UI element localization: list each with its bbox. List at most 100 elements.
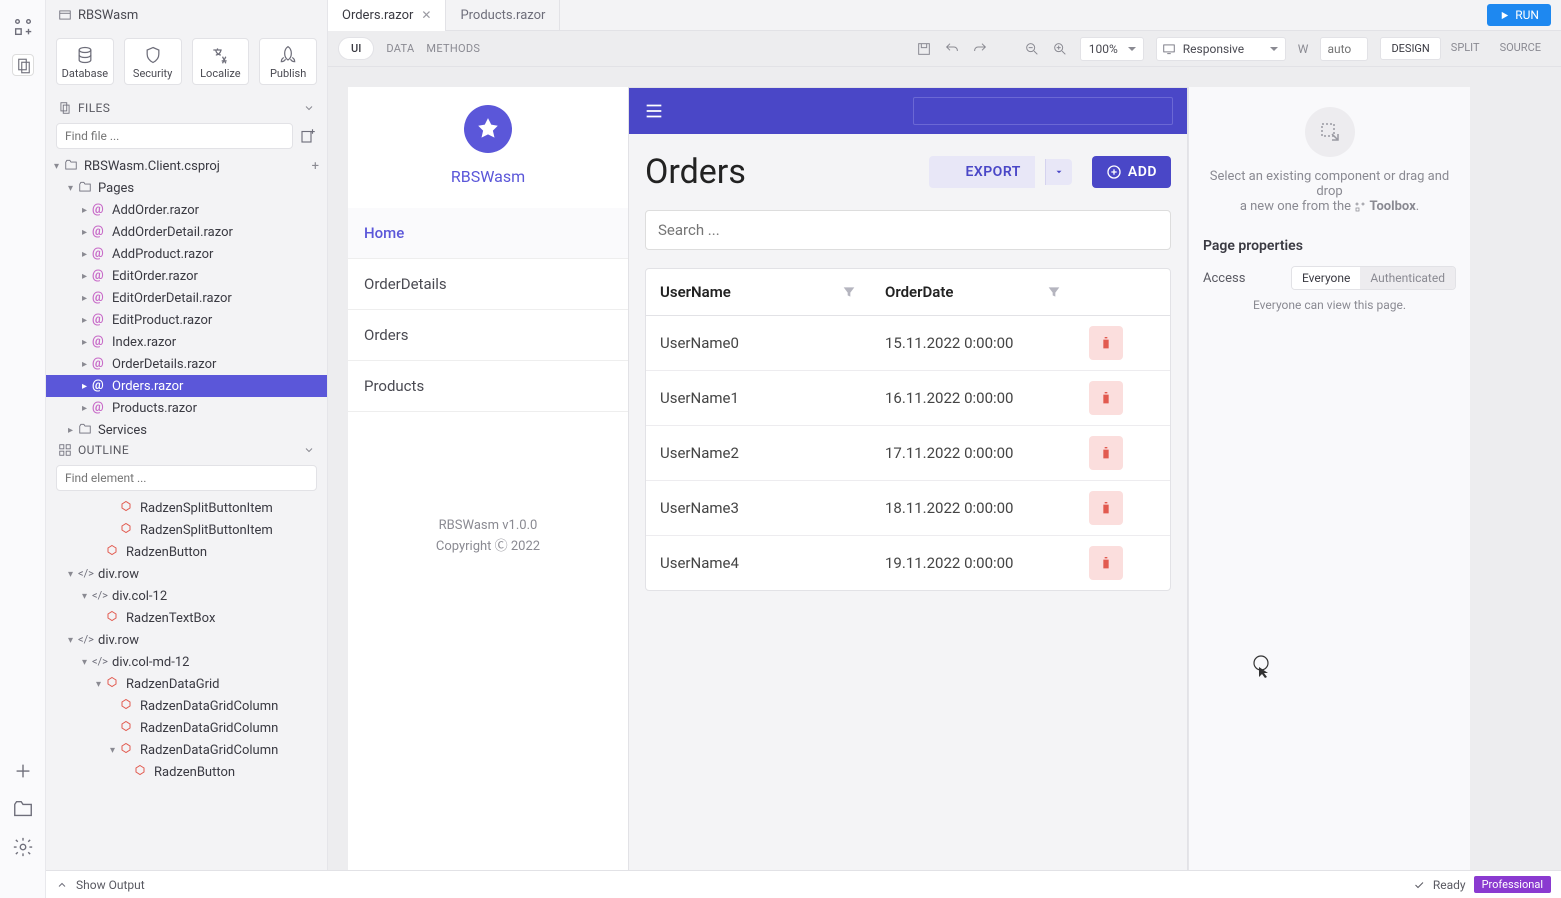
database-button[interactable]: Database xyxy=(56,38,114,85)
show-output-link[interactable]: Show Output xyxy=(76,878,145,892)
save-icon[interactable] xyxy=(916,41,932,57)
chevron-up-icon[interactable] xyxy=(56,879,68,891)
file-Services[interactable]: ▸Services xyxy=(46,419,327,435)
find-element-input[interactable] xyxy=(56,465,317,491)
appbar-search-slot[interactable] xyxy=(913,97,1173,125)
zoom-out-icon[interactable] xyxy=(1024,41,1040,57)
outline-RadzenTextBox[interactable]: RadzenTextBox xyxy=(46,607,327,629)
localize-button[interactable]: Localize xyxy=(192,38,250,85)
nav-orders[interactable]: Orders xyxy=(348,310,628,361)
delete-button[interactable] xyxy=(1089,381,1123,415)
close-icon[interactable]: ✕ xyxy=(421,8,431,22)
seg-methods[interactable]: METHODS xyxy=(426,42,480,55)
seg-ui[interactable]: UI xyxy=(339,38,373,59)
find-file-input[interactable] xyxy=(56,123,293,149)
file-EditOrder.razor[interactable]: ▸@EditOrder.razor xyxy=(46,265,327,287)
grid-header: UserName OrderDate xyxy=(646,269,1170,316)
file-Index.razor[interactable]: ▸@Index.razor xyxy=(46,331,327,353)
table-row[interactable]: UserName116.11.2022 0:00:00 xyxy=(646,371,1170,426)
tab-Orders-razor[interactable]: Orders.razor✕ xyxy=(328,0,446,31)
nav-home[interactable]: Home xyxy=(348,208,628,259)
outline-RadzenSplitButtonItem[interactable]: RadzenSplitButtonItem xyxy=(46,497,327,519)
files-section-header[interactable]: FILES xyxy=(46,93,327,123)
zoom-in-icon[interactable] xyxy=(1052,41,1068,57)
file-Pages[interactable]: ▾Pages xyxy=(46,177,327,199)
filter-icon[interactable] xyxy=(841,284,857,300)
add-button[interactable]: ADD xyxy=(1092,156,1171,188)
new-file-icon[interactable] xyxy=(299,127,317,145)
outline-RadzenSplitButtonItem[interactable]: RadzenSplitButtonItem xyxy=(46,519,327,541)
security-button[interactable]: Security xyxy=(124,38,182,85)
outline-RadzenButton[interactable]: RadzenButton xyxy=(46,761,327,783)
access-authenticated[interactable]: Authenticated xyxy=(1360,267,1455,289)
menu-icon[interactable] xyxy=(643,100,665,122)
delete-button[interactable] xyxy=(1089,436,1123,470)
data-grid: UserName OrderDate UserName015.11.2022 0… xyxy=(645,268,1171,591)
run-button[interactable]: RUN xyxy=(1487,4,1551,26)
file-OrderDetails.razor[interactable]: ▸@OrderDetails.razor xyxy=(46,353,327,375)
outline-section-header[interactable]: OUTLINE xyxy=(46,435,327,465)
tabs-row: Orders.razor✕Products.razor RUN xyxy=(328,0,1561,31)
app-footer: RBSWasm v1.0.0 Copyright Ⓒ 2022 xyxy=(436,516,540,878)
settings-icon[interactable] xyxy=(12,836,34,858)
outline-RadzenDataGridColumn[interactable]: ▾RadzenDataGridColumn xyxy=(46,739,327,761)
open-folder-icon[interactable] xyxy=(12,798,34,820)
file-EditProduct.razor[interactable]: ▸@EditProduct.razor xyxy=(46,309,327,331)
access-everyone[interactable]: Everyone xyxy=(1292,267,1360,289)
file-Orders.razor[interactable]: ▸@Orders.razor xyxy=(46,375,327,397)
side-toolbar: Database Security Localize Publish xyxy=(46,30,327,93)
table-row[interactable]: UserName015.11.2022 0:00:00 xyxy=(646,316,1170,371)
preview-wrap: RBSWasm Home OrderDetails Orders Product… xyxy=(348,87,1188,878)
outline-tree: RadzenSplitButtonItemRadzenSplitButtonIt… xyxy=(46,497,327,898)
file-RBSWasm.Client.csproj[interactable]: ▾RBSWasm.Client.csproj+ xyxy=(46,155,327,177)
outline-div.col-12[interactable]: ▾</>div.col-12 xyxy=(46,585,327,607)
export-dropdown[interactable] xyxy=(1045,159,1072,185)
app-sidebar: RBSWasm Home OrderDetails Orders Product… xyxy=(348,87,628,878)
mode-source[interactable]: SOURCE xyxy=(1490,37,1551,60)
add-icon[interactable]: + xyxy=(312,159,319,174)
outline-RadzenDataGrid[interactable]: ▾RadzenDataGrid xyxy=(46,673,327,695)
delete-button[interactable] xyxy=(1089,326,1123,360)
grid-search-input[interactable] xyxy=(645,210,1171,250)
designer-toolbar: UI DATA METHODS 100% Responsive W DESIGN… xyxy=(328,31,1561,67)
file-Products.razor[interactable]: ▸@Products.razor xyxy=(46,397,327,419)
outline-div.col-md-12[interactable]: ▾</>div.col-md-12 xyxy=(46,651,327,673)
designer-segment: UI xyxy=(338,37,374,60)
redo-icon[interactable] xyxy=(972,41,988,57)
publish-button[interactable]: Publish xyxy=(259,38,317,85)
app-brand: RBSWasm xyxy=(451,167,525,186)
mode-design[interactable]: DESIGN xyxy=(1380,37,1440,60)
properties-panel: Select an existing component or drag and… xyxy=(1188,87,1470,878)
file-AddOrder.razor[interactable]: ▸@AddOrder.razor xyxy=(46,199,327,221)
undo-icon[interactable] xyxy=(944,41,960,57)
nav-orderdetails[interactable]: OrderDetails xyxy=(348,259,628,310)
components-icon[interactable] xyxy=(12,16,34,38)
nav-products[interactable]: Products xyxy=(348,361,628,412)
table-row[interactable]: UserName419.11.2022 0:00:00 xyxy=(646,536,1170,590)
mode-split[interactable]: SPLIT xyxy=(1441,37,1490,60)
outline-div.row[interactable]: ▾</>div.row xyxy=(46,629,327,651)
file-AddProduct.razor[interactable]: ▸@AddProduct.razor xyxy=(46,243,327,265)
delete-button[interactable] xyxy=(1089,491,1123,525)
width-input[interactable] xyxy=(1320,37,1368,61)
zoom-select[interactable]: 100% xyxy=(1080,37,1144,61)
outline-RadzenDataGridColumn[interactable]: RadzenDataGridColumn xyxy=(46,695,327,717)
export-button[interactable]: EXPORT xyxy=(929,156,1034,188)
pages-icon[interactable] xyxy=(12,54,34,76)
delete-button[interactable] xyxy=(1089,546,1123,580)
side-panel: RBSWasm Database Security Localize Publi… xyxy=(46,0,328,898)
filter-icon[interactable] xyxy=(1046,284,1062,300)
tab-Products-razor[interactable]: Products.razor xyxy=(446,0,560,31)
outline-RadzenDataGridColumn[interactable]: RadzenDataGridColumn xyxy=(46,717,327,739)
table-row[interactable]: UserName318.11.2022 0:00:00 xyxy=(646,481,1170,536)
seg-data[interactable]: DATA xyxy=(386,42,414,55)
add-icon[interactable] xyxy=(12,760,34,782)
table-row[interactable]: UserName217.11.2022 0:00:00 xyxy=(646,426,1170,481)
outline-div.row[interactable]: ▾</>div.row xyxy=(46,563,327,585)
status-ready: Ready xyxy=(1433,878,1466,892)
center-area: Orders.razor✕Products.razor RUN UI DATA … xyxy=(328,0,1561,898)
outline-RadzenButton[interactable]: RadzenButton xyxy=(46,541,327,563)
file-AddOrderDetail.razor[interactable]: ▸@AddOrderDetail.razor xyxy=(46,221,327,243)
project-header: RBSWasm xyxy=(46,0,327,30)
file-EditOrderDetail.razor[interactable]: ▸@EditOrderDetail.razor xyxy=(46,287,327,309)
